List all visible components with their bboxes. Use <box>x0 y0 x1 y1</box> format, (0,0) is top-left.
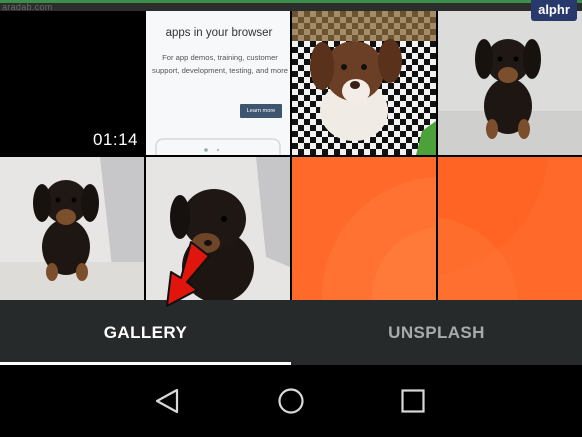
navigation-bar <box>0 365 582 437</box>
gradient-pattern <box>322 177 436 300</box>
gradient-pattern <box>438 157 548 300</box>
photo-tile-puppy-blanket[interactable] <box>292 11 436 155</box>
home-icon[interactable] <box>271 383 311 419</box>
tab-unsplash[interactable]: UNSPLASH <box>291 300 582 365</box>
red-arrow-annotation <box>166 241 210 307</box>
tab-bar: GALLERY UNSPLASH <box>0 300 582 365</box>
puppy-photo <box>292 11 436 155</box>
puppy-photo <box>0 157 144 300</box>
recents-icon[interactable] <box>393 383 433 419</box>
back-icon[interactable] <box>147 383 187 419</box>
gradient-tile[interactable] <box>292 157 436 300</box>
gradient-tile[interactable] <box>438 157 582 300</box>
status-strip: aradab.com <box>0 0 582 12</box>
photo-tile-puppy-bed[interactable] <box>0 157 144 300</box>
alphr-logo: alphr <box>531 0 577 21</box>
video-duration: 01:14 <box>92 130 138 149</box>
promo-tile[interactable]: apps in your browser For app demos, trai… <box>146 11 290 155</box>
puppy-photo <box>438 11 582 155</box>
video-tile[interactable]: 01:14 <box>0 11 144 155</box>
phone-outline-icon <box>155 138 281 155</box>
media-grid: 01:14 apps in your browser For app demos… <box>0 11 582 300</box>
tab-gallery[interactable]: GALLERY <box>0 300 291 365</box>
photo-tile-puppy-sitting[interactable] <box>438 11 582 155</box>
accent-line <box>0 0 582 3</box>
